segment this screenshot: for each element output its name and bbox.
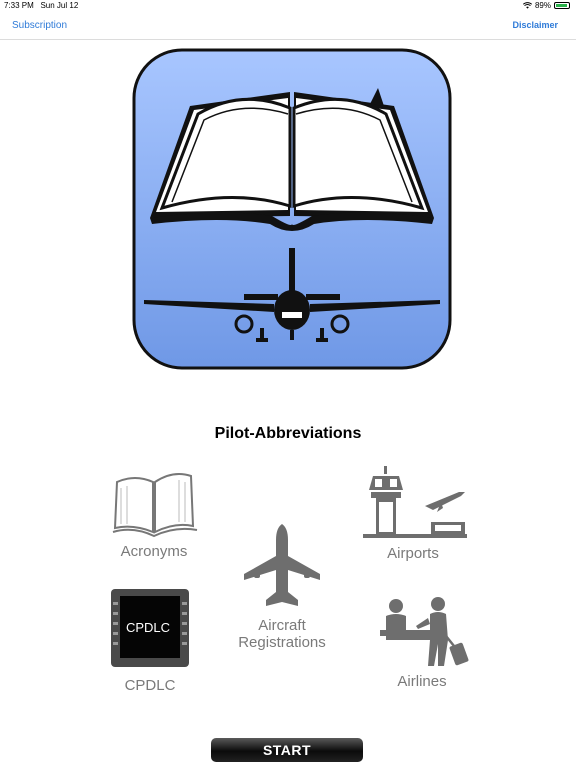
airports-label: Airports bbox=[387, 545, 439, 562]
start-button[interactable]: START bbox=[211, 738, 363, 762]
airlines-label: Airlines bbox=[397, 673, 447, 690]
airplane-icon bbox=[244, 524, 320, 606]
battery-percent: 89% bbox=[534, 1, 551, 10]
aircraft-registrations-label-line1: Aircraft bbox=[258, 617, 306, 634]
status-time: 7:33 PM bbox=[4, 1, 34, 10]
cpdlc-label: CPDLC bbox=[124, 677, 176, 694]
navigation-bar: Subscription Disclaimer bbox=[0, 12, 576, 40]
battery-fill bbox=[556, 4, 567, 7]
acronyms-label: Acronyms bbox=[120, 543, 188, 560]
cpdlc-screen-text: CPDLC bbox=[125, 620, 171, 635]
open-book-icon bbox=[112, 473, 198, 538]
control-tower-icon bbox=[363, 466, 467, 538]
status-indicators: 89% bbox=[522, 1, 570, 10]
subscription-button[interactable]: Subscription bbox=[12, 20, 67, 31]
battery-icon bbox=[554, 2, 570, 9]
disclaimer-button[interactable]: Disclaimer bbox=[512, 20, 558, 30]
status-date: Sun Jul 12 bbox=[40, 1, 79, 10]
aircraft-registrations-button[interactable]: Aircraft Registrations bbox=[226, 522, 338, 651]
cpdlc-button[interactable]: CPDLC CPDLC bbox=[108, 588, 192, 694]
check-in-passenger-icon bbox=[380, 597, 469, 666]
aircraft-registrations-label-line2: Registrations bbox=[238, 634, 326, 651]
airlines-button[interactable]: Airlines bbox=[370, 596, 474, 690]
status-bar: 7:33 PM Sun Jul 12 89% bbox=[0, 0, 576, 12]
wifi-icon bbox=[522, 2, 532, 9]
acronyms-button[interactable]: Acronyms bbox=[106, 468, 202, 560]
airports-button[interactable]: Airports bbox=[358, 466, 468, 562]
app-logo-icon bbox=[132, 48, 452, 370]
app-title: Pilot-Abbreviations bbox=[214, 425, 362, 442]
app-screen: 7:33 PM Sun Jul 12 89% Subscription Disc… bbox=[0, 0, 576, 768]
status-time-date: 7:33 PM Sun Jul 12 bbox=[4, 1, 78, 10]
